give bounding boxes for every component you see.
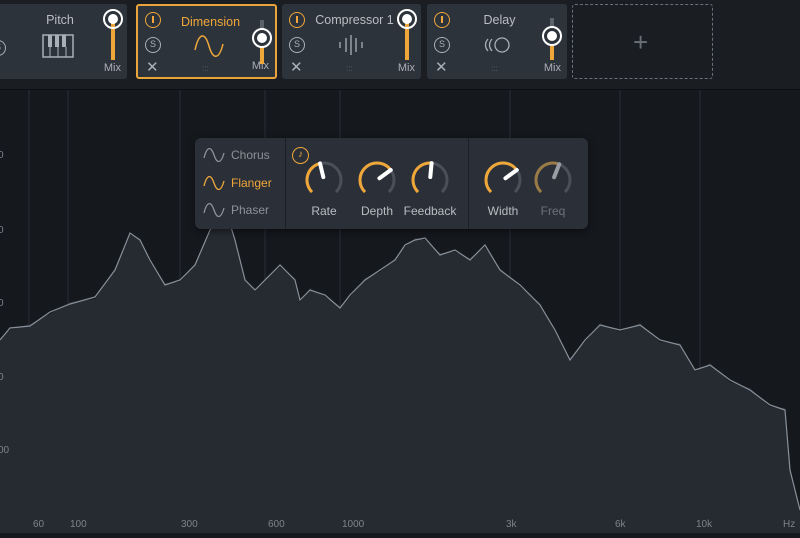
drag-handle-icon[interactable]: :::: [202, 64, 209, 73]
db-label: 00: [0, 445, 10, 456]
module-title: Compressor 1: [315, 13, 394, 27]
mode-chorus[interactable]: Chorus: [203, 148, 270, 162]
module-delay[interactable]: S ✕ Delay ::: Mix: [427, 4, 567, 79]
freq-label: 1000: [342, 519, 365, 530]
solo-icon[interactable]: S: [289, 37, 305, 53]
power-icon[interactable]: [145, 12, 161, 28]
mix-label: Mix: [397, 62, 415, 74]
delay-icon: [484, 37, 510, 53]
power-icon[interactable]: [434, 12, 450, 28]
wave-icon: [203, 176, 225, 190]
knob-pointer: [318, 161, 326, 180]
solo-icon[interactable]: S: [0, 40, 6, 56]
close-icon[interactable]: ✕: [435, 58, 448, 76]
mode-phaser[interactable]: Phaser: [203, 203, 269, 217]
freq-label: 600: [268, 519, 285, 530]
freq-label: 3k: [506, 519, 517, 530]
width-knob[interactable]: [481, 158, 525, 202]
feedback-knob[interactable]: [408, 158, 452, 202]
depth-knob[interactable]: [355, 158, 399, 202]
freq-label: 100: [70, 519, 87, 530]
solo-icon[interactable]: S: [145, 37, 161, 53]
module-pitch[interactable]: S Pitch Mix: [0, 4, 127, 79]
add-module-slot[interactable]: +: [572, 4, 713, 79]
freq-label: 6k: [615, 519, 626, 530]
db-label: 0: [0, 372, 4, 383]
add-icon: +: [633, 27, 649, 57]
flanger-panel: Chorus Flanger Phaser ♪ Rate Depth Feedb…: [195, 138, 588, 229]
close-icon[interactable]: ✕: [290, 58, 303, 76]
knob-pointer: [377, 168, 393, 181]
freq-label: 300: [181, 519, 198, 530]
mix-label: Mix: [543, 62, 561, 74]
spectrum-fill: [0, 206, 800, 533]
freq-knob[interactable]: [531, 158, 575, 202]
knob-label: Freq: [540, 204, 566, 218]
piano-icon: [42, 34, 74, 58]
freq-label: Hz: [783, 519, 796, 530]
module-title: Delay: [483, 13, 516, 27]
mix-label: Mix: [103, 62, 121, 74]
module-dimension[interactable]: S ✕ Dimension ::: Mix: [136, 4, 277, 79]
module-compressor[interactable]: S ✕ Compressor 1 ::: Mix: [282, 4, 421, 79]
db-label: 0: [0, 225, 4, 236]
close-icon[interactable]: ✕: [146, 58, 159, 76]
mode-flanger[interactable]: Flanger: [203, 176, 272, 190]
solo-icon[interactable]: S: [434, 37, 450, 53]
drag-handle-icon[interactable]: :::: [346, 64, 353, 73]
rate-knob[interactable]: [302, 158, 346, 202]
compressor-bars-icon: [339, 35, 363, 55]
power-icon[interactable]: [289, 12, 305, 28]
wave-icon: [203, 203, 225, 217]
db-label: 0: [0, 298, 4, 309]
drag-handle-icon[interactable]: :::: [491, 64, 498, 73]
module-title: Dimension: [180, 15, 241, 29]
module-chain: S Pitch Mix S ✕ Dimension ::: Mix S ✕ Co…: [0, 0, 800, 90]
mix-slider[interactable]: [251, 16, 273, 64]
mix-slider[interactable]: [102, 8, 124, 60]
freq-label: 10k: [696, 519, 713, 530]
knob-pointer: [428, 161, 434, 180]
db-label: 0: [0, 150, 4, 161]
mix-slider[interactable]: [396, 8, 418, 60]
module-title: Pitch: [46, 13, 74, 27]
wave-icon: [203, 148, 225, 162]
freq-label: 60: [33, 519, 45, 530]
knob-pointer: [552, 162, 562, 180]
sine-wave-icon: [194, 35, 224, 57]
mix-slider[interactable]: [541, 16, 563, 60]
knob-label: Feedback: [403, 204, 457, 218]
knob-pointer: [503, 168, 519, 181]
